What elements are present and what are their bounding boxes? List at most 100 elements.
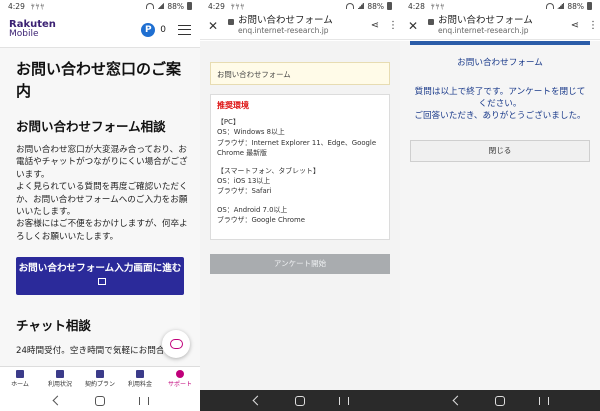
browser-url: enq.internet-research.jp: [238, 25, 329, 35]
app-header: Rakuten Mobile P 0: [0, 12, 200, 48]
recents-icon[interactable]: [139, 396, 149, 406]
tab-home[interactable]: ホーム: [0, 367, 40, 390]
tab-billing[interactable]: 利用料金: [120, 367, 160, 390]
survey-complete-screen: 4:28 ﾔﾔﾔ 88% ✕ お問い合わせフォーム enq.internet-r…: [400, 0, 600, 411]
cell-signal-icon: [357, 3, 365, 9]
more-options-icon[interactable]: ⋮: [388, 20, 398, 31]
lock-icon: [428, 18, 434, 25]
recents-icon[interactable]: [339, 396, 349, 406]
android-os: OS：Android 7.0以上: [217, 205, 288, 214]
external-link-icon: [97, 278, 106, 286]
support-icon: [176, 370, 184, 378]
point-count: 0: [160, 24, 166, 35]
ios-os: OS：iOS 13以上: [217, 177, 271, 186]
tab-usage[interactable]: 利用状況: [40, 367, 80, 390]
tab-label: ホーム: [11, 381, 29, 388]
form-consult-text: お問い合わせ窓口が大変混み合っており、お電話やチャットがつながりにくい場合がござ…: [16, 145, 188, 242]
chat-consult-heading: チャット相談: [16, 318, 91, 334]
android-requirements: OS：Android 7.0以上 ブラウザ：Google Chrome: [217, 205, 383, 225]
battery-icon: [587, 2, 592, 10]
share-icon[interactable]: ⋖: [571, 20, 579, 31]
recommended-env-label: 推奨環境: [217, 101, 249, 110]
system-nav-bar: [0, 390, 200, 411]
tab-support[interactable]: サポート: [160, 367, 200, 390]
share-icon[interactable]: ⋖: [371, 20, 379, 31]
wifi-icon: [546, 3, 555, 9]
completion-message: 質問は以上で終了です。アンケートを閉じてください。 ご回答いただき、ありがとうご…: [414, 86, 586, 122]
tab-label: 利用状況: [47, 381, 72, 388]
browser-titles: お問い合わせフォーム enq.internet-research.jp: [438, 14, 533, 36]
browser-url: enq.internet-research.jp: [438, 25, 529, 35]
status-time: 4:28: [408, 1, 425, 11]
form-notice: お問い合わせフォーム: [210, 62, 390, 85]
battery-level: 88%: [367, 1, 384, 11]
ios-browser: ブラウザ：Safari: [217, 187, 272, 196]
browser-titles: お問い合わせフォーム enq.internet-research.jp: [238, 14, 333, 36]
home-nav-icon[interactable]: [295, 396, 305, 406]
status-bar: 4:29 ﾔﾔﾔ 88%: [200, 0, 400, 12]
bottom-tab-bar: ホーム 利用状況 契約プラン 利用料金 サポート: [0, 366, 200, 390]
close-icon[interactable]: ✕: [406, 19, 420, 33]
page-title: お問い合わせ窓口のご案内: [16, 60, 182, 100]
billing-icon: [136, 370, 144, 378]
back-icon[interactable]: [451, 396, 461, 406]
lock-icon: [228, 18, 234, 25]
wifi-icon: [346, 3, 355, 9]
browser-toolbar: ✕ お問い合わせフォーム enq.internet-research.jp ⋖ …: [200, 12, 400, 40]
pc-browser: ブラウザ：Internet Explorer 11、Edge、Google Ch…: [217, 138, 377, 157]
home-icon: [16, 370, 24, 378]
battery-icon: [187, 2, 192, 10]
ios-requirements: 【スマートフォン、タブレット】 OS：iOS 13以上 ブラウザ：Safari: [217, 166, 383, 197]
point-icon[interactable]: P: [141, 22, 156, 37]
pc-heading: 【PC】: [217, 118, 240, 127]
status-bar: 4:28 ﾔﾔﾔ 88%: [400, 0, 600, 12]
back-icon[interactable]: [251, 396, 261, 406]
survey-start-screen: 4:29 ﾔﾔﾔ 88% ✕ お問い合わせフォーム enq.internet-r…: [200, 0, 400, 411]
form-consult-heading: お問い合わせフォーム相談: [16, 119, 166, 134]
start-survey-button[interactable]: アンケート開始: [210, 254, 390, 274]
status-signal: ﾔﾔﾔ: [230, 1, 246, 11]
status-time: 4:29: [8, 1, 25, 11]
chat-button[interactable]: [162, 330, 190, 358]
back-icon[interactable]: [51, 396, 61, 406]
close-icon[interactable]: ✕: [206, 19, 220, 33]
contact-form-button[interactable]: お問い合わせフォーム入力画面に進む: [16, 257, 184, 296]
tab-label: サポート: [167, 381, 192, 388]
survey-heading: お問い合わせフォーム: [457, 58, 543, 68]
support-content: お問い合わせ窓口のご案内 お問い合わせフォーム相談 お問い合わせ窓口が大変混み合…: [16, 48, 188, 375]
rakuten-support-screen: 4:29 ﾔﾔﾔ 88% Rakuten Mobile P 0 お問い合わせ窓口…: [0, 0, 200, 411]
system-nav-bar: [200, 390, 400, 411]
contact-form-button-label: お問い合わせフォーム入力画面に進む: [18, 263, 182, 275]
logo-line2: Mobile: [9, 29, 39, 39]
cell-signal-icon: [157, 3, 165, 9]
browser-toolbar: ✕ お問い合わせフォーム enq.internet-research.jp ⋖ …: [400, 12, 600, 40]
header-accent-bar: [410, 41, 590, 45]
completion-line1: 質問は以上で終了です。アンケートを閉じてください。: [414, 87, 586, 109]
more-options-icon[interactable]: ⋮: [588, 20, 598, 31]
chat-icon: [169, 339, 183, 349]
close-survey-button[interactable]: 閉じる: [410, 140, 590, 162]
system-nav-bar: [400, 390, 600, 411]
android-browser: ブラウザ：Google Chrome: [217, 215, 305, 224]
tab-label: 契約プラン: [84, 381, 115, 388]
cell-signal-icon: [557, 3, 565, 9]
recommended-environment-box: 推奨環境 【PC】 OS：Windows 8以上 ブラウザ：Internet E…: [210, 94, 390, 240]
home-nav-icon[interactable]: [95, 396, 105, 406]
home-nav-icon[interactable]: [495, 396, 505, 406]
battery-level: 88%: [167, 1, 184, 11]
contract-icon: [96, 370, 104, 378]
sp-heading: 【スマートフォン、タブレット】: [217, 167, 320, 176]
battery-icon: [387, 2, 392, 10]
pc-requirements: 【PC】 OS：Windows 8以上 ブラウザ：Internet Explor…: [217, 117, 383, 158]
browser-page-title: お問い合わせフォーム: [438, 14, 533, 26]
status-signal: ﾔﾔﾔ: [30, 1, 46, 11]
usage-icon: [56, 370, 64, 378]
tab-contract[interactable]: 契約プラン: [80, 367, 120, 390]
browser-page-title: お問い合わせフォーム: [238, 14, 333, 26]
rakuten-mobile-logo[interactable]: Rakuten Mobile: [9, 20, 56, 39]
battery-level: 88%: [567, 1, 584, 11]
hamburger-icon[interactable]: [178, 24, 191, 35]
status-signal: ﾔﾔﾔ: [430, 1, 446, 11]
completion-line2: ご回答いただき、ありがとうございました。: [414, 111, 586, 121]
recents-icon[interactable]: [539, 396, 549, 406]
